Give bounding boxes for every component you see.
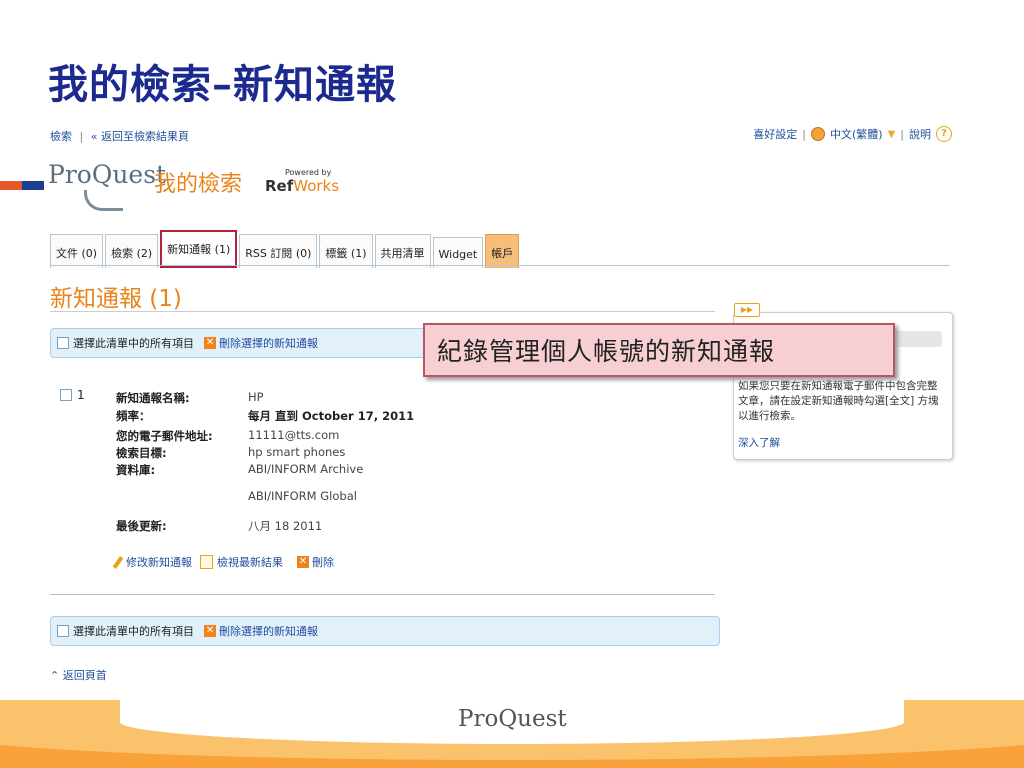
- slide-title: 我的檢索–新知通報: [48, 61, 397, 108]
- top-nav: 檢索 | « 返回至檢索結果頁: [50, 128, 189, 144]
- search-target-value: hp smart phones: [248, 445, 346, 459]
- delete-icon[interactable]: ✕: [204, 625, 216, 637]
- refworks-logo: Powered by RefWorks: [265, 168, 339, 195]
- back-to-top-link[interactable]: ⌃ 返回頁首: [50, 667, 107, 683]
- slide-decoration-bar: [0, 181, 44, 190]
- record-index: 1: [77, 388, 85, 402]
- preferences-link[interactable]: 喜好設定: [753, 126, 797, 142]
- delete-selected-link[interactable]: 刪除選擇的新知通報: [219, 335, 318, 351]
- sidebar-tip-text: 如果您只要在新知通報電子郵件中包含完整文章，請在設定新知通報時勾選[全文] 方塊…: [738, 380, 939, 422]
- database-value-archive: ABI/INFORM Archive: [248, 462, 364, 476]
- section-divider: [50, 311, 715, 312]
- my-search-title: 我的檢索: [154, 172, 243, 197]
- search-target-label: 檢索目標:: [116, 446, 167, 460]
- globe-icon: [810, 127, 825, 141]
- delete-icon[interactable]: ✕: [297, 556, 309, 568]
- frequency-value: 每月 直到 October 17, 2011: [248, 409, 415, 423]
- powered-by-label: Powered by: [285, 168, 332, 177]
- select-all-checkbox[interactable]: [57, 337, 69, 349]
- proquest-logo[interactable]: ProQuest: [48, 160, 166, 189]
- bottom-action-bar: 選擇此清單中的所有項目 ✕ 刪除選擇的新知通報: [50, 616, 720, 646]
- alert-name-label: 新知通報名稱:: [116, 391, 190, 405]
- alert-name-value: HP: [248, 390, 264, 404]
- select-all-label: 選擇此清單中的所有項目: [73, 625, 194, 638]
- edit-alert-link[interactable]: 修改新知通報: [126, 554, 192, 570]
- section-title: 新知通報 (1): [50, 286, 182, 312]
- tab-bar: 文件 (0) 檢索 (2) 新知通報 (1) RSS 訂閱 (0) 標籤 (1)…: [50, 230, 521, 268]
- delete-icon[interactable]: ✕: [204, 337, 216, 349]
- tab-widget[interactable]: Widget: [432, 237, 484, 268]
- footer-logo-text: ProQuest: [458, 706, 567, 732]
- refworks-works: Works: [293, 177, 340, 195]
- last-updated-value: 八月 18 2011: [248, 519, 323, 533]
- database-label: 資料庫:: [116, 463, 156, 477]
- tab-shared-lists[interactable]: 共用清單: [374, 234, 431, 268]
- tab-alerts[interactable]: 新知通報 (1): [160, 230, 238, 268]
- nav-separator: |: [79, 130, 84, 143]
- select-all-checkbox[interactable]: [57, 625, 69, 637]
- record-actions: 修改新知通報 檢視最新結果 ✕ 刪除: [112, 554, 334, 570]
- frequency-label: 頻率：: [116, 409, 151, 423]
- proquest-logo-swoosh: [84, 190, 123, 211]
- search-link[interactable]: 檢索: [50, 130, 72, 143]
- footer-proquest-logo: ProQuest: [458, 706, 567, 732]
- refworks-ref: Ref: [265, 177, 294, 195]
- tab-tags[interactable]: 標籤 (1): [319, 234, 373, 268]
- database-value-global: ABI/INFORM Global: [248, 489, 357, 503]
- record-checkbox[interactable]: [60, 389, 72, 401]
- tab-searches[interactable]: 檢索 (2): [105, 234, 159, 268]
- email-label: 您的電子郵件地址:: [116, 429, 213, 443]
- delete-selected-link[interactable]: 刪除選擇的新知通報: [219, 623, 318, 639]
- help-icon[interactable]: ?: [936, 126, 952, 142]
- last-updated-label: 最後更新:: [116, 519, 167, 533]
- language-selector[interactable]: 中文(繁體): [830, 126, 883, 142]
- view-latest-results-link[interactable]: 檢視最新結果: [217, 554, 283, 570]
- help-link[interactable]: 說明: [909, 126, 931, 142]
- chevron-down-icon[interactable]: ▼: [888, 129, 896, 140]
- document-icon: [200, 555, 213, 569]
- expand-icon[interactable]: ▶▶: [734, 303, 760, 317]
- back-to-top-label: 返回頁首: [62, 669, 107, 682]
- tab-rss[interactable]: RSS 訂閱 (0): [239, 234, 318, 268]
- record-number: 1: [60, 388, 85, 402]
- tab-divider: [50, 265, 950, 266]
- record-divider: [50, 594, 715, 595]
- annotation-callout: 紀錄管理個人帳號的新知通報: [423, 323, 895, 377]
- email-value: 11111@tts.com: [248, 428, 340, 442]
- chevron-up-icon: ⌃: [50, 669, 60, 682]
- screenshot-panel: 檢索 | « 返回至檢索結果頁 喜好設定 | 中文(繁體) ▼ | 說明 ? P…: [44, 120, 966, 700]
- top-right-nav: 喜好設定 | 中文(繁體) ▼ | 說明 ?: [753, 126, 952, 142]
- learn-more-link[interactable]: 深入了解: [738, 435, 780, 450]
- back-to-results-link[interactable]: « 返回至檢索結果頁: [91, 130, 189, 143]
- tab-account[interactable]: 帳戶: [485, 234, 520, 268]
- tab-documents[interactable]: 文件 (0): [50, 234, 104, 268]
- delete-alert-link[interactable]: 刪除: [312, 554, 334, 570]
- pencil-icon: [112, 555, 124, 569]
- nav-separator: |: [802, 127, 806, 141]
- nav-separator: |: [900, 127, 904, 141]
- select-all-label: 選擇此清單中的所有項目: [73, 337, 194, 350]
